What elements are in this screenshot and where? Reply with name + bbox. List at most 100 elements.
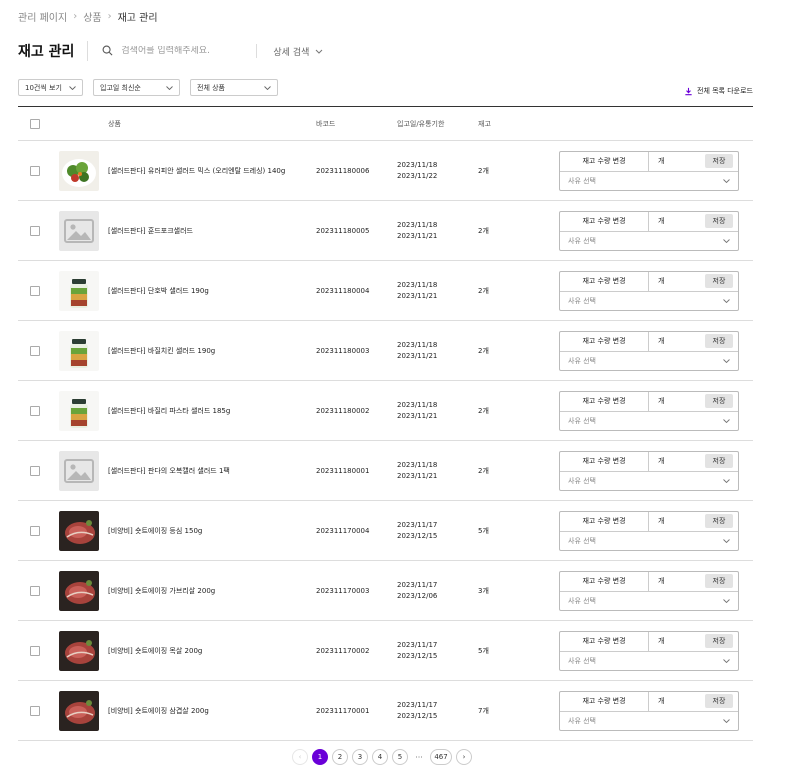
reason-select[interactable]: 사유 선택 <box>560 712 738 731</box>
page-button-4[interactable]: 4 <box>372 749 388 765</box>
sort-select[interactable]: 입고일 최신순 <box>93 79 180 96</box>
page-button-2[interactable]: 2 <box>332 749 348 765</box>
product-name[interactable]: [비양비] 숏트에이징 목살 200g <box>108 646 202 656</box>
column-barcode: 바코드 <box>316 119 336 128</box>
barcode: 202311170003 <box>316 586 370 595</box>
reason-select[interactable]: 사유 선택 <box>560 472 738 491</box>
breadcrumb-product[interactable]: 상품 <box>83 9 101 24</box>
product-name[interactable]: [비양비] 숏트에이징 등심 150g <box>108 526 202 536</box>
reason-select[interactable]: 사유 선택 <box>560 232 738 251</box>
expiry-date: 2023/11/22 <box>397 171 438 180</box>
chevron-down-icon <box>723 179 730 183</box>
chevron-down-icon <box>723 479 730 483</box>
stock-change-label: 재고 수량 변경 <box>560 391 649 411</box>
save-button[interactable]: 저장 <box>705 514 733 528</box>
product-name[interactable]: [샐러드판다] 판다의 오복캘러 샐러드 1팩 <box>108 466 230 476</box>
reason-select[interactable]: 사유 선택 <box>560 352 738 371</box>
page-button-last[interactable]: 467 <box>430 749 452 765</box>
save-button[interactable]: 저장 <box>705 214 733 228</box>
page-button-5[interactable]: 5 <box>392 749 408 765</box>
breadcrumb-current: 재고 관리 <box>117 12 158 24</box>
product-thumbnail <box>59 450 99 491</box>
row-checkbox[interactable] <box>30 465 40 476</box>
next-page-button[interactable]: › <box>456 749 472 765</box>
in-date: 2023/11/18 <box>397 220 438 229</box>
page-button-3[interactable]: 3 <box>352 749 368 765</box>
save-button[interactable]: 저장 <box>705 634 733 648</box>
product-name[interactable]: [샐러드판다] 단호박 샐러드 190g <box>108 286 209 296</box>
product-name[interactable]: [샐러드판다] 바질치킨 샐러드 190g <box>108 346 215 356</box>
row-checkbox[interactable] <box>30 525 40 536</box>
expiry-date: 2023/12/06 <box>397 591 438 600</box>
breadcrumb: 관리 페이지 › 상품 › 재고 관리 <box>18 9 158 24</box>
product-name[interactable]: [샐러드판다] 유러피안 샐러드 믹스 (오리엔탈 드레싱) 140g <box>108 166 285 176</box>
barcode: 202311180006 <box>316 166 370 175</box>
save-button[interactable]: 저장 <box>705 394 733 408</box>
quantity-input[interactable]: 개 <box>649 456 705 466</box>
column-dates: 입고일/유통기한 <box>397 119 445 128</box>
quantity-input[interactable]: 개 <box>649 216 705 226</box>
expiry-date: 2023/12/15 <box>397 651 438 660</box>
search-input[interactable] <box>121 46 232 56</box>
quantity-input[interactable]: 개 <box>649 396 705 406</box>
save-button[interactable]: 저장 <box>705 454 733 468</box>
breadcrumb-admin[interactable]: 관리 페이지 <box>18 9 67 24</box>
divider <box>256 44 258 58</box>
category-select[interactable]: 전체 상품 <box>190 79 278 96</box>
detail-search-label: 상세 검색 <box>273 47 310 58</box>
row-checkbox[interactable] <box>30 345 40 356</box>
dates: 2023/11/18 2023/11/22 <box>397 160 437 182</box>
reason-select[interactable]: 사유 선택 <box>560 532 738 551</box>
stock-change-label: 재고 수량 변경 <box>560 631 649 651</box>
view-count-select[interactable]: 10건씩 보기 <box>18 79 83 96</box>
save-button[interactable]: 저장 <box>705 574 733 588</box>
save-button[interactable]: 저장 <box>705 694 733 708</box>
reason-placeholder: 사유 선택 <box>568 237 596 245</box>
header: 재고 관리 상세 검색 <box>18 40 323 62</box>
dates: 2023/11/18 2023/11/21 <box>397 280 437 302</box>
row-checkbox[interactable] <box>30 645 40 656</box>
search-icon[interactable] <box>102 45 113 58</box>
reason-placeholder: 사유 선택 <box>568 297 596 305</box>
product-name[interactable]: [샐러드판다] 바질리 파스타 샐러드 185g <box>108 406 230 416</box>
save-button[interactable]: 저장 <box>705 334 733 348</box>
row-checkbox[interactable] <box>30 165 40 176</box>
save-button[interactable]: 저장 <box>705 154 733 168</box>
row-checkbox[interactable] <box>30 225 40 236</box>
download-all-button[interactable]: 전체 목록 다운로드 <box>684 86 753 96</box>
detail-search-toggle[interactable]: 상세 검색 <box>273 45 323 58</box>
quantity-input[interactable]: 개 <box>649 636 705 646</box>
reason-select[interactable]: 사유 선택 <box>560 652 738 671</box>
row-checkbox[interactable] <box>30 285 40 296</box>
row-checkbox[interactable] <box>30 705 40 716</box>
reason-select[interactable]: 사유 선택 <box>560 172 738 191</box>
quantity-input[interactable]: 개 <box>649 516 705 526</box>
product-name[interactable]: [비양비] 숏트에이징 삼겹살 200g <box>108 706 209 716</box>
table-row: [비양비] 숏트에이징 삼겹살 200g 202311170001 2023/1… <box>18 681 753 741</box>
save-button[interactable]: 저장 <box>705 274 733 288</box>
row-checkbox[interactable] <box>30 585 40 596</box>
table-row: [샐러드판다] 단호박 샐러드 190g 202311180004 2023/1… <box>18 261 753 321</box>
quantity-input[interactable]: 개 <box>649 156 705 166</box>
quantity-input[interactable]: 개 <box>649 696 705 706</box>
quantity-input[interactable]: 개 <box>649 336 705 346</box>
expiry-date: 2023/12/15 <box>397 711 438 720</box>
stock-count: 2개 <box>478 406 489 415</box>
chevron-down-icon <box>723 599 730 603</box>
select-all-checkbox[interactable] <box>30 118 40 129</box>
stock-control: 재고 수량 변경 개 저장 사유 선택 <box>559 510 739 551</box>
dates: 2023/11/17 2023/12/15 <box>397 640 437 662</box>
reason-select[interactable]: 사유 선택 <box>560 292 738 311</box>
prev-page-button[interactable]: ‹ <box>292 749 308 765</box>
reason-select[interactable]: 사유 선택 <box>560 592 738 611</box>
page-button-1[interactable]: 1 <box>312 749 328 765</box>
barcode: 202311180004 <box>316 286 370 295</box>
quantity-input[interactable]: 개 <box>649 576 705 586</box>
reason-select[interactable]: 사유 선택 <box>560 412 738 431</box>
row-checkbox[interactable] <box>30 405 40 416</box>
table-row: [비양비] 숏트에이징 가브리살 200g 202311170003 2023/… <box>18 561 753 621</box>
product-name[interactable]: [비양비] 숏트에이징 가브리살 200g <box>108 586 215 596</box>
stock-change-label: 재고 수량 변경 <box>560 151 649 171</box>
quantity-input[interactable]: 개 <box>649 276 705 286</box>
product-name[interactable]: [샐러드판다] 훈드포크샐러드 <box>108 226 193 236</box>
